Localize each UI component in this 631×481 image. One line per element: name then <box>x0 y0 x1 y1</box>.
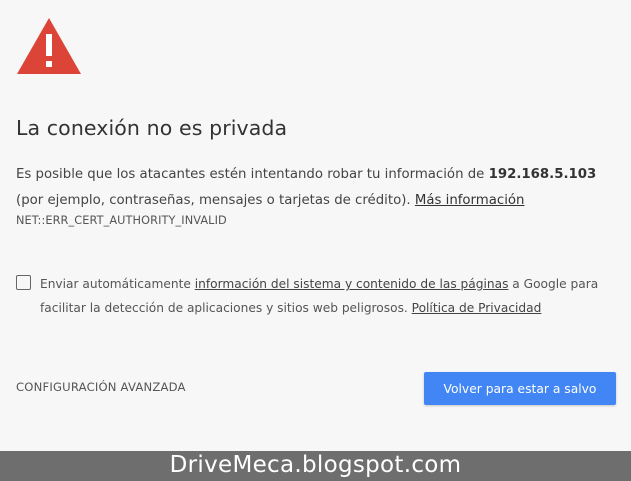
interstitial-page: La conexión no es privada Es posible que… <box>0 0 631 451</box>
description-text-continued: (por ejemplo, contraseñas, mensajes o ta… <box>16 193 415 208</box>
back-to-safety-button[interactable]: Volver para estar a salvo <box>424 372 616 405</box>
page-title: La conexión no es privada <box>16 116 288 140</box>
system-info-link[interactable]: información del sistema y contenido de l… <box>195 277 509 291</box>
host-address: 192.168.5.103 <box>488 167 597 182</box>
more-info-link[interactable]: Más información <box>415 193 525 208</box>
send-report-checkbox[interactable] <box>16 275 31 290</box>
description-text: Es posible que los atacantes estén inten… <box>16 167 489 182</box>
send-report-label: Enviar automáticamente información del s… <box>40 272 600 320</box>
advanced-settings-button[interactable]: CONFIGURACIÓN AVANZADA <box>16 380 186 394</box>
error-description: Es posible que los atacantes estén inten… <box>16 162 616 214</box>
error-code: NET::ERR_CERT_AUTHORITY_INVALID <box>16 214 227 227</box>
watermark-text: DriveMeca.blogspot.com <box>169 452 462 478</box>
optin-text: Enviar automáticamente <box>40 277 195 291</box>
watermark-bar: DriveMeca.blogspot.com <box>0 451 631 481</box>
warning-triangle-icon <box>17 18 81 74</box>
privacy-policy-link[interactable]: Política de Privacidad <box>412 301 542 315</box>
